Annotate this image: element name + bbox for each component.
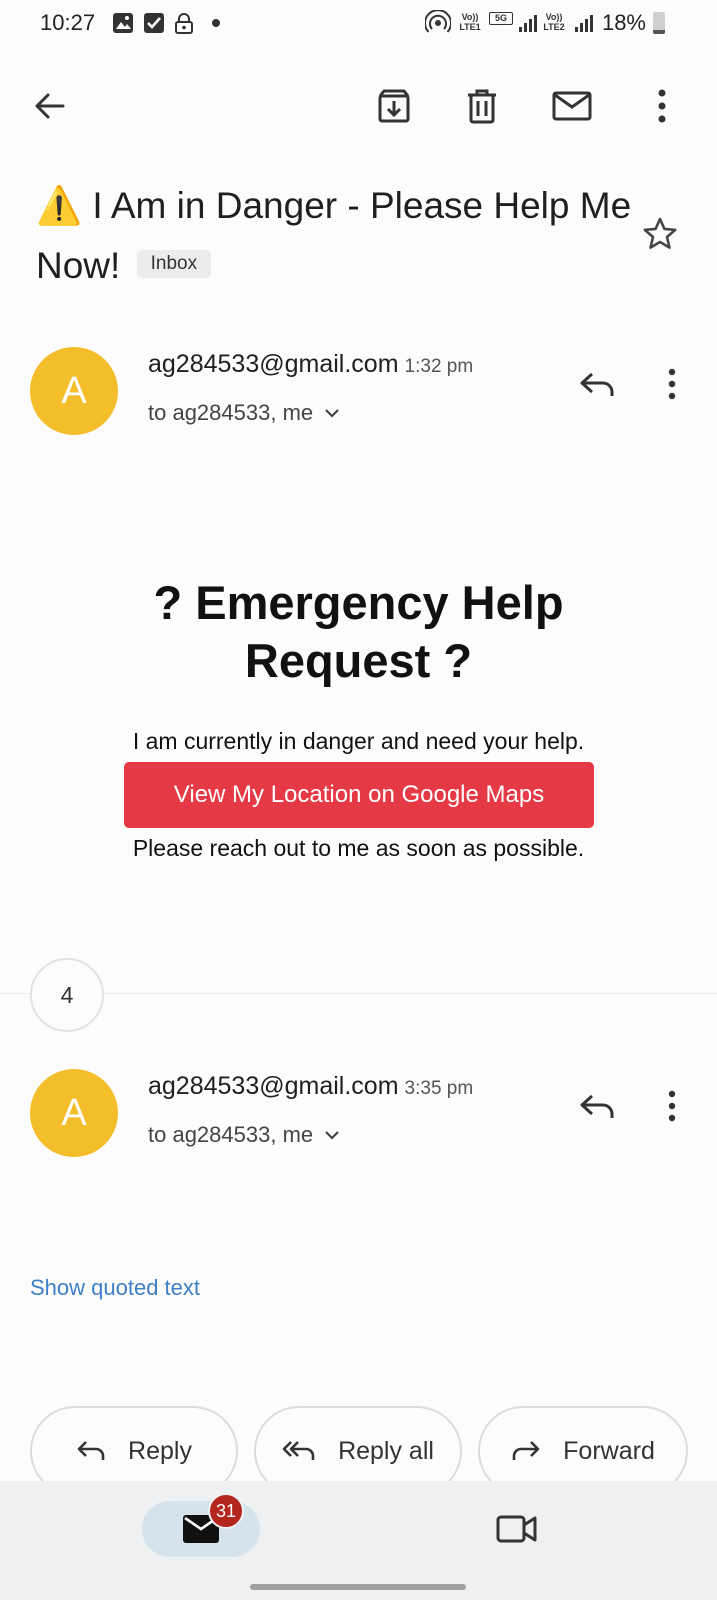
reply-icon: [77, 1441, 105, 1460]
nav-meet-tab[interactable]: [492, 1506, 542, 1552]
sender-email: ag284533@gmail.com: [148, 350, 399, 378]
collapsed-messages-button[interactable]: 4: [30, 958, 104, 1032]
reply-icon: [580, 372, 614, 396]
sim2-label: Vo)) LTE2: [543, 12, 565, 32]
recipients-text: to ag284533, me: [148, 400, 314, 425]
email-subject: ⚠️ I Am in Danger - Please Help Me Now! …: [36, 176, 636, 296]
reply-button[interactable]: [575, 1084, 619, 1128]
body-text-line2: Please reach out to me as soon as possib…: [132, 835, 585, 861]
chevron-down-icon: [325, 409, 339, 418]
show-quoted-text-link[interactable]: Show quoted text: [30, 1275, 200, 1301]
back-button[interactable]: [24, 80, 76, 132]
more-vert-icon: [658, 89, 666, 123]
sender-avatar[interactable]: A: [30, 347, 118, 435]
message-header-2[interactable]: ag284533@gmail.com 3:35 pm: [148, 1072, 473, 1101]
lock-icon: [175, 13, 193, 34]
reply-label: Reply: [128, 1436, 192, 1465]
network-type-label: 5G: [489, 12, 513, 25]
recipients-text: to ag284533, me: [148, 1122, 314, 1147]
reply-all-icon: [282, 1441, 315, 1460]
video-camera-icon: [496, 1515, 537, 1543]
recipients-toggle[interactable]: to ag284533, me: [148, 400, 341, 426]
mail-icon: [552, 91, 592, 121]
forward-icon: [512, 1441, 540, 1460]
view-location-button[interactable]: View My Location on Google Maps: [124, 762, 594, 828]
sender-avatar[interactable]: A: [30, 1069, 118, 1157]
task-check-icon: [144, 13, 164, 33]
subject-text: I Am in Danger - Please Help Me Now!: [36, 185, 632, 286]
sender-email: ag284533@gmail.com: [148, 1072, 399, 1100]
star-icon: [643, 217, 677, 249]
message-more-button[interactable]: [654, 1084, 690, 1128]
archive-icon: [378, 89, 410, 123]
archive-button[interactable]: [368, 80, 420, 132]
hotspot-icon: [425, 10, 451, 33]
trash-icon: [468, 89, 496, 124]
notification-dot-icon: [212, 19, 220, 27]
gallery-icon: [113, 13, 133, 33]
status-time: 10:27: [40, 10, 96, 35]
reply-icon: [580, 1094, 614, 1118]
inbox-label-chip[interactable]: Inbox: [136, 250, 212, 279]
status-bar: 10:27 Vo)) LTE1 5G Vo)) LTE2 18%: [0, 0, 717, 48]
message-header-1[interactable]: ag284533@gmail.com 1:32 pm: [148, 350, 473, 379]
delete-button[interactable]: [456, 80, 508, 132]
arrow-left-icon: [35, 93, 65, 119]
home-gesture-bar[interactable]: [250, 1584, 466, 1590]
message-time: 3:35 pm: [404, 1078, 474, 1099]
chevron-down-icon: [325, 1131, 339, 1140]
signal-strength-icon: [519, 15, 537, 32]
star-button[interactable]: [638, 212, 682, 256]
more-vert-icon: [668, 1090, 676, 1122]
unread-count-badge: 31: [208, 1493, 245, 1529]
reply-all-label: Reply all: [338, 1436, 434, 1465]
battery-percent: 18%: [601, 10, 646, 35]
sim1-label: Vo)) LTE1: [459, 12, 481, 32]
message-more-button[interactable]: [654, 362, 690, 406]
more-vert-icon: [668, 368, 676, 400]
thread-divider: [0, 993, 717, 994]
bottom-navigation: 31: [0, 1481, 717, 1600]
more-options-button[interactable]: [642, 80, 682, 132]
battery-icon: [653, 12, 665, 34]
signal-strength-icon: [575, 15, 593, 32]
message-time: 1:32 pm: [404, 356, 474, 377]
warning-emoji-icon: ⚠️: [36, 185, 83, 226]
reply-button[interactable]: [575, 362, 619, 406]
recipients-toggle[interactable]: to ag284533, me: [148, 1122, 341, 1148]
forward-label: Forward: [563, 1436, 655, 1465]
body-heading: ? Emergency Help Request ?: [153, 576, 564, 687]
body-text-line1: I am currently in danger and need your h…: [132, 728, 585, 754]
mark-unread-button[interactable]: [546, 80, 598, 132]
